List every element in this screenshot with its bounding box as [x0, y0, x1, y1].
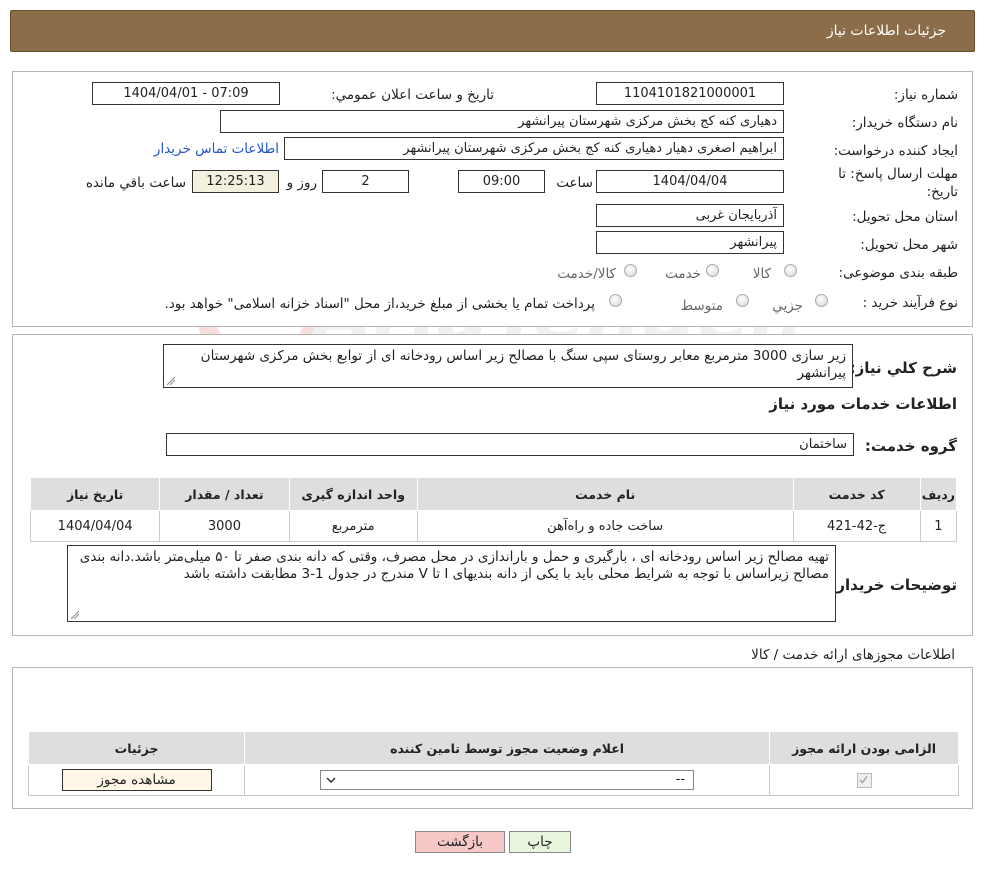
process-radio-medium[interactable]: [736, 294, 749, 307]
process-label: نوع فرآيند خريد :: [862, 295, 958, 311]
summary-text: زیر سازی 3000 مترمربع معابر روستای سپی س…: [200, 348, 846, 381]
buyer-notes-label: توضيحات خريدار:: [830, 576, 957, 594]
process-note: پرداخت تمام یا بخشی از مبلغ خرید،از محل …: [164, 296, 595, 312]
category-radio-goods-service[interactable]: [624, 264, 637, 277]
category-option-goods-service: کالا/خدمت: [557, 266, 616, 282]
days-label: روز و: [286, 175, 317, 191]
permit-status-select[interactable]: --: [320, 770, 695, 790]
resize-grip-icon: [167, 377, 175, 385]
table-row: 1 ج-42-421 ساخت جاده و راه‌آهن مترمربع 3…: [29, 510, 958, 542]
summary-label: شرح کلي نياز:: [849, 359, 957, 377]
category-option-goods: کالا: [752, 266, 771, 282]
cell-row: 1: [919, 510, 958, 542]
category-radio-goods[interactable]: [784, 264, 797, 277]
permits-heading: اطلاعات مجوزهای ارائه خدمت / کالا: [751, 647, 955, 663]
checkmark-icon: [858, 775, 868, 784]
services-table: رديف کد خدمت نام خدمت واحد اندازه گيری ت…: [29, 477, 958, 542]
col-permit-details: جزئيات: [27, 731, 246, 765]
cell-service-code: ج-42-421: [792, 510, 921, 542]
col-service-name: نام خدمت: [416, 477, 794, 511]
page-title: جزئیات اطلاعات نیاز: [826, 23, 946, 39]
page-header: جزئیات اطلاعات نیاز: [10, 10, 975, 52]
services-table-header: رديف کد خدمت نام خدمت واحد اندازه گيری ت…: [29, 477, 958, 511]
process-option-medium: متوسط: [680, 298, 723, 314]
process-option-minor: جزيي: [772, 298, 803, 314]
need-number-label: شماره نیاز:: [893, 87, 958, 103]
back-button[interactable]: بازگشت: [415, 831, 505, 853]
service-group-label: گروه خدمت:: [864, 437, 957, 455]
cell-permit-status: --: [244, 764, 771, 796]
process-radio-treasury[interactable]: [609, 294, 622, 307]
category-label: طبقه بندی موضوعی:: [838, 265, 958, 281]
view-permit-button[interactable]: مشاهده مجوز: [61, 769, 212, 791]
permits-table-header: الزامی بودن ارائه مجوز اعلام وضعيت مجوز …: [27, 731, 959, 765]
col-unit: واحد اندازه گيری: [288, 477, 418, 511]
permits-table: الزامی بودن ارائه مجوز اعلام وضعيت مجوز …: [27, 731, 959, 796]
buyer-org-field: دهیاری کنه کج بخش مرکزی شهرستان پیرانشهر: [220, 110, 784, 133]
remaining-time-label: ساعت باقي مانده: [85, 175, 186, 191]
remaining-time-field: 12:25:13: [192, 170, 279, 193]
permit-status-select-value: --: [675, 772, 686, 787]
city-field: پیرانشهر: [596, 231, 784, 254]
resize-grip-icon: [71, 611, 79, 619]
cell-quantity: 3000: [159, 510, 290, 542]
col-quantity: تعداد / مقدار: [159, 477, 290, 511]
province-field: آذربايجان غربی: [596, 204, 784, 227]
buyer-notes-text: تهیه مصالح زیر اساس رودخانه ای ، بارگیری…: [79, 549, 829, 582]
services-heading: اطلاعات خدمات مورد نياز: [769, 395, 957, 413]
col-row: رديف: [919, 477, 958, 511]
col-need-date: تاريخ نياز: [29, 477, 161, 511]
requester-field: ابراهیم اصغری دهیار دهیاری کنه کج بخش مر…: [284, 137, 784, 160]
chevron-down-icon: [326, 777, 336, 784]
table-row: -- مشاهده مجوز: [27, 764, 959, 796]
permit-required-checkbox[interactable]: [856, 772, 872, 788]
col-permit-status: اعلام وضعيت مجوز توسط تامين کننده: [244, 731, 771, 765]
province-label: استان محل تحويل:: [852, 209, 958, 225]
announce-datetime-label: تاریخ و ساعت اعلان عمومي:: [331, 87, 494, 103]
buyer-contact-link[interactable]: اطلاعات تماس خريدار: [154, 141, 279, 157]
buyer-org-label: نام دستگاه خريدار:: [851, 115, 958, 131]
cell-unit: مترمربع: [288, 510, 418, 542]
deadline-date-label: تاريخ:: [926, 184, 958, 200]
cell-service-name: ساخت جاده و راه‌آهن: [416, 510, 794, 542]
cell-permit-required: [769, 764, 959, 796]
col-service-code: کد خدمت: [792, 477, 921, 511]
category-option-service: خدمت: [665, 266, 701, 282]
city-label: شهر محل تحويل:: [860, 237, 958, 253]
process-radio-minor[interactable]: [815, 294, 828, 307]
announce-datetime-field: 1404/04/01 - 07:09: [92, 82, 280, 105]
deadline-time-field: 09:00: [458, 170, 545, 193]
remaining-days-field: 2: [322, 170, 409, 193]
print-button[interactable]: چاپ: [509, 831, 571, 853]
cell-need-date: 1404/04/04: [29, 510, 161, 542]
service-group-field: ساختمان: [166, 433, 854, 456]
cell-permit-details: مشاهده مجوز: [27, 764, 246, 796]
requester-label: ايجاد کننده درخواست:: [833, 143, 958, 159]
deadline-date-field: 1404/04/04: [596, 170, 784, 193]
category-radio-service[interactable]: [706, 264, 719, 277]
deadline-label: مهلت ارسال پاسخ: تا: [838, 166, 958, 182]
need-number-field: 1104101821000001: [596, 82, 784, 105]
summary-textarea: زیر سازی 3000 مترمربع معابر روستای سپی س…: [163, 344, 853, 388]
col-permit-required: الزامی بودن ارائه مجوز: [769, 731, 959, 765]
deadline-time-label: ساعت: [556, 175, 593, 191]
buyer-notes-textarea: تهیه مصالح زیر اساس رودخانه ای ، بارگیری…: [67, 545, 836, 622]
